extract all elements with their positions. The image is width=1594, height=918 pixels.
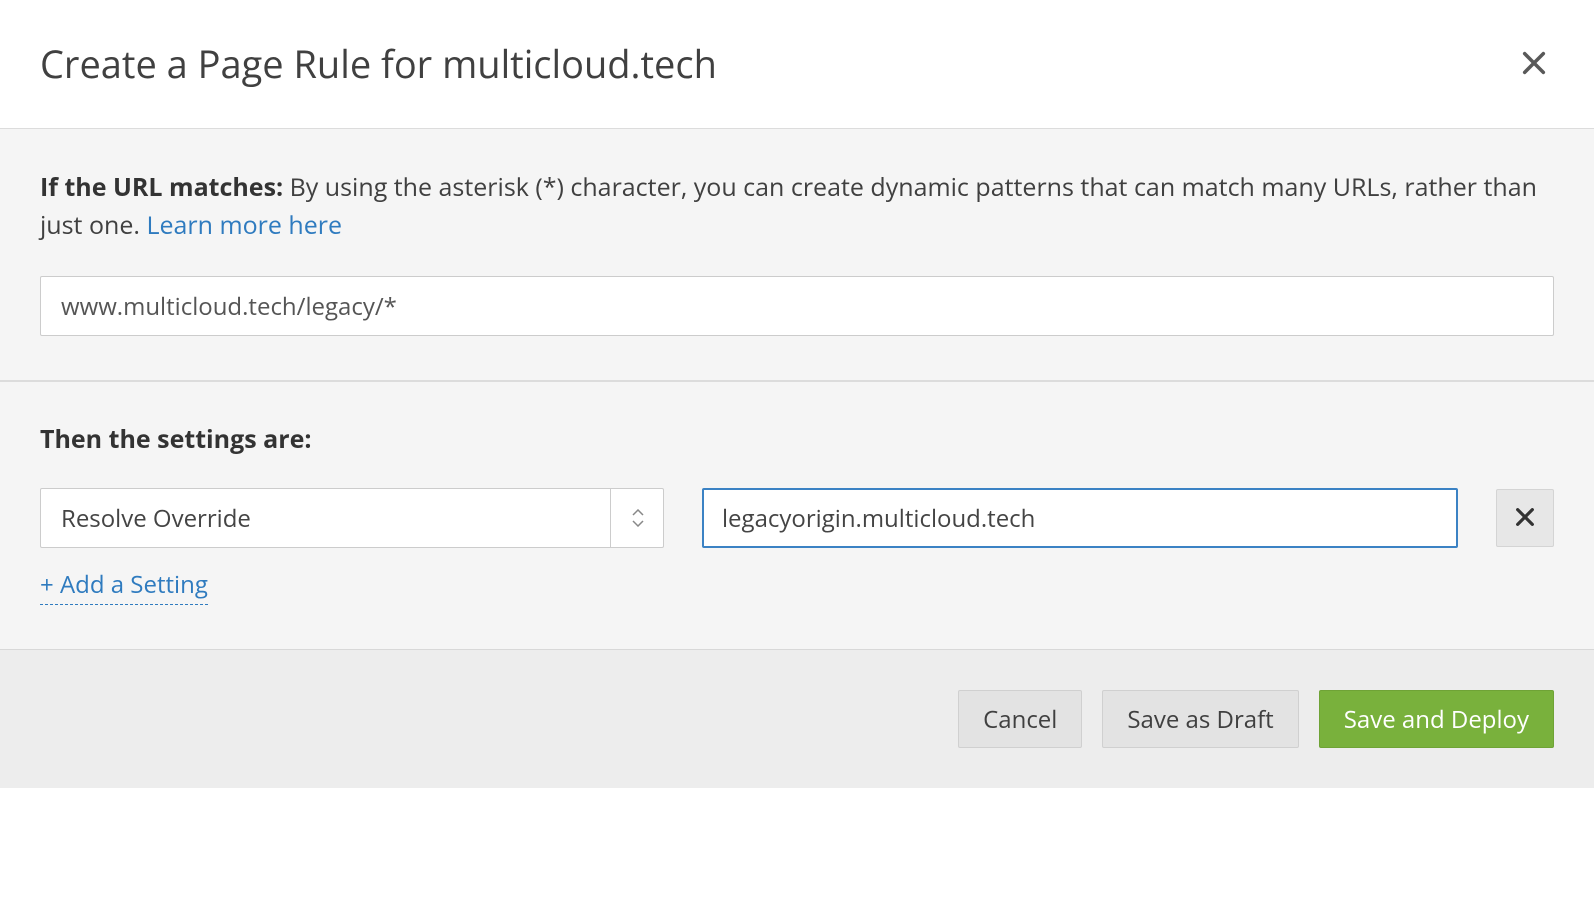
url-match-section: If the URL matches: By using the asteris…: [0, 128, 1594, 381]
modal-footer: Cancel Save as Draft Save and Deploy: [0, 649, 1594, 788]
settings-heading: Then the settings are:: [40, 422, 1554, 456]
add-setting-link[interactable]: + Add a Setting: [40, 568, 208, 605]
url-pattern-input[interactable]: [40, 276, 1554, 336]
close-icon: [1520, 49, 1548, 80]
url-match-label: If the URL matches:: [40, 170, 283, 204]
save-draft-button[interactable]: Save as Draft: [1102, 690, 1298, 748]
close-button[interactable]: [1514, 43, 1554, 86]
setting-value-wrapper: [702, 488, 1458, 548]
setting-row: Resolve Override: [40, 488, 1554, 548]
modal-header: Create a Page Rule for multicloud.tech: [0, 0, 1594, 128]
learn-more-link[interactable]: Learn more here: [146, 208, 342, 242]
settings-section: Then the settings are: Resolve Override: [0, 381, 1594, 649]
setting-value-input[interactable]: [702, 488, 1458, 548]
cancel-button[interactable]: Cancel: [958, 690, 1082, 748]
url-match-description: If the URL matches: By using the asteris…: [40, 169, 1554, 244]
modal-title: Create a Page Rule for multicloud.tech: [40, 38, 717, 90]
remove-icon: [1514, 506, 1536, 531]
remove-setting-button[interactable]: [1496, 489, 1554, 547]
setting-type-select[interactable]: Resolve Override: [40, 488, 664, 548]
setting-select-wrapper: Resolve Override: [40, 488, 664, 548]
save-deploy-button[interactable]: Save and Deploy: [1319, 690, 1554, 748]
page-rule-modal: Create a Page Rule for multicloud.tech I…: [0, 0, 1594, 788]
